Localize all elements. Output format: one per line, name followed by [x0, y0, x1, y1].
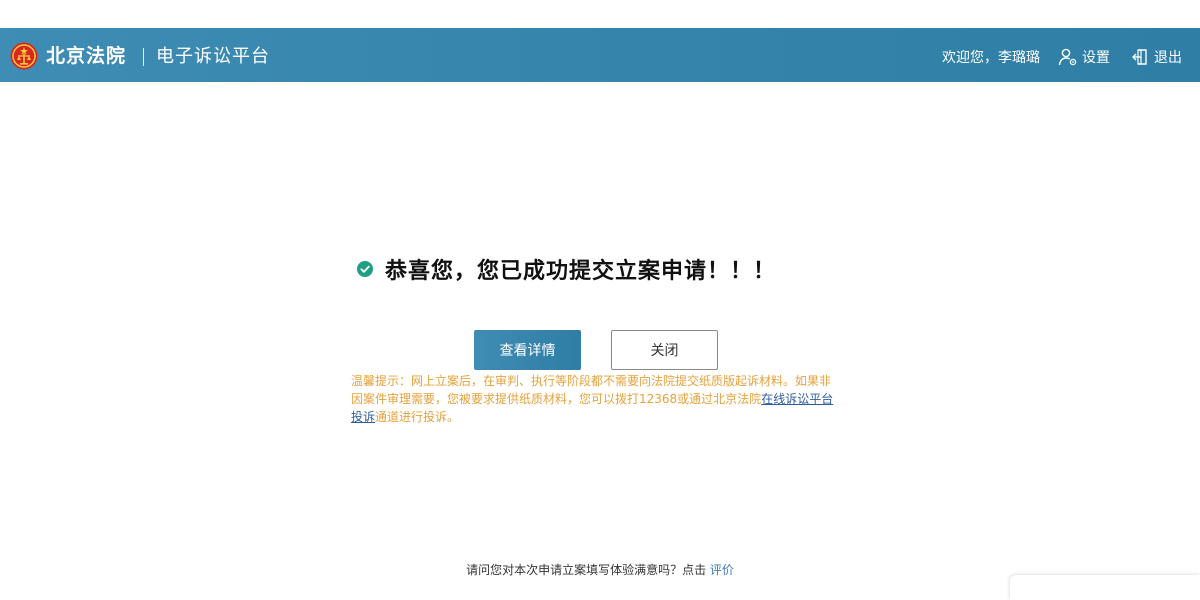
notice-text-after: 通道进行投诉。 [375, 410, 460, 424]
settings-label: 设置 [1082, 50, 1110, 66]
close-button[interactable]: 关闭 [611, 330, 718, 370]
settings-button[interactable]: 设置 [1058, 45, 1110, 69]
floating-panel-tab[interactable] [1010, 575, 1200, 600]
rate-link[interactable]: 评价 [710, 563, 734, 577]
welcome-user: 欢迎您，李璐璐 [942, 50, 1040, 66]
success-text: 恭喜您，您已成功提交立案申请！！！ [385, 259, 777, 284]
top-strip [0, 0, 1200, 28]
court-emblem-icon [10, 42, 38, 70]
user-gear-icon [1058, 48, 1077, 66]
notice-text-before: 温馨提示：网上立案后，在审判、执行等阶段都不需要向法院提交纸质版起诉材料。如果非… [351, 374, 832, 406]
check-circle-icon [357, 261, 373, 277]
brand-divider [143, 48, 144, 66]
header-bar: 北京法院 电子诉讼平台 欢迎您，李璐璐 设置 退出 [0, 28, 1200, 82]
view-details-button[interactable]: 查看详情 [474, 330, 581, 370]
platform-title: 电子诉讼平台 [156, 46, 270, 67]
success-message: 恭喜您，您已成功提交立案申请！！！ [357, 252, 776, 286]
page: 北京法院 电子诉讼平台 欢迎您，李璐璐 设置 退出 恭喜您，您已成功提交立案申请… [0, 0, 1200, 600]
survey-question: 请问您对本次申请立案填写体验满意吗？点击 [466, 563, 710, 577]
logout-icon [1132, 49, 1147, 65]
brand-title: 北京法院 [46, 45, 127, 67]
notice-text: 温馨提示：网上立案后，在审判、执行等阶段都不需要向法院提交纸质版起诉材料。如果非… [351, 372, 841, 426]
logout-button[interactable]: 退出 [1130, 45, 1182, 69]
logout-label: 退出 [1154, 50, 1182, 66]
